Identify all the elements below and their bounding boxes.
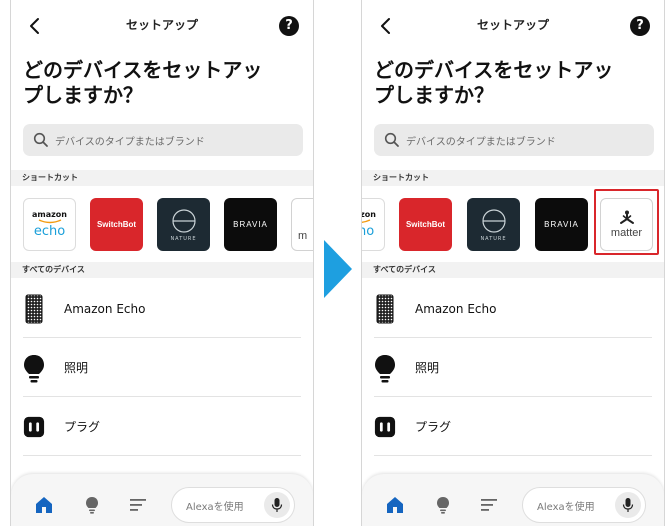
- search-placeholder: デバイスのタイプまたはブランド: [406, 136, 556, 148]
- menu-icon[interactable]: [129, 496, 147, 514]
- device-row-light[interactable]: 照明: [374, 339, 652, 397]
- nature-logo-icon: [481, 208, 506, 233]
- nature-logo-icon: [171, 208, 196, 233]
- setup-heading: どのデバイスをセットアッ プしますか？: [374, 58, 654, 108]
- shortcut-switchbot[interactable]: SwitchBot: [90, 198, 143, 251]
- devices-bulb-icon[interactable]: [434, 496, 452, 514]
- alexa-voice-button[interactable]: Alexaを使用: [522, 487, 646, 523]
- device-search-input[interactable]: デバイスのタイプまたはブランド: [23, 124, 303, 156]
- section-label-shortcuts: ショートカット: [11, 170, 313, 186]
- section-label-all-devices: すべてのデバイス: [11, 262, 313, 278]
- heading-line-2: プしますか？: [374, 83, 494, 107]
- shortcut-amazon-echo[interactable]: amazon echo: [23, 198, 76, 251]
- device-label: プラグ: [64, 420, 101, 434]
- device-label: 照明: [415, 361, 440, 375]
- light-bulb-icon: [374, 353, 396, 383]
- shortcut-carousel[interactable]: amazon echo SwitchBot NATURE BRAVIA m: [11, 188, 313, 258]
- microphone-icon[interactable]: [615, 492, 641, 518]
- echo-logo-text: echo: [362, 224, 375, 239]
- shortcut-switchbot[interactable]: SwitchBot: [399, 198, 452, 251]
- nature-logo-text: NATURE: [480, 235, 507, 242]
- page-title: セットアップ: [125, 18, 198, 32]
- top-bar: セットアップ ?: [362, 0, 664, 52]
- device-row-plug[interactable]: プラグ: [374, 398, 652, 456]
- search-icon: [384, 132, 399, 147]
- devices-bulb-icon[interactable]: [83, 496, 101, 514]
- device-row-amazon-echo[interactable]: Amazon Echo: [23, 280, 301, 338]
- section-label-shortcuts: ショートカット: [362, 170, 664, 186]
- shortcut-nature[interactable]: NATURE: [157, 198, 210, 251]
- help-icon[interactable]: ?: [630, 16, 650, 36]
- heading-line-2: プしますか？: [23, 83, 143, 107]
- phone-screen-before: セットアップ ? どのデバイスをセットアッ プしますか？ デバイスのタイプまたは…: [10, 0, 314, 526]
- device-row-light[interactable]: 照明: [23, 339, 301, 397]
- search-icon: [33, 132, 48, 147]
- smart-plug-icon: [23, 412, 45, 442]
- bottom-navigation: Alexaを使用: [362, 474, 664, 526]
- echo-speaker-icon: [374, 294, 396, 324]
- bravia-logo-text: BRAVIA: [544, 220, 579, 229]
- shortcut-bravia[interactable]: BRAVIA: [224, 198, 277, 251]
- next-step-arrow-icon: [324, 240, 352, 298]
- microphone-icon[interactable]: [264, 492, 290, 518]
- shortcut-bravia[interactable]: BRAVIA: [535, 198, 588, 251]
- heading-line-1: どのデバイスをセットアッ: [374, 58, 614, 82]
- top-bar: セットアップ ?: [11, 0, 313, 52]
- alexa-label: Alexaを使用: [537, 501, 595, 513]
- alexa-label: Alexaを使用: [186, 501, 244, 513]
- amazon-logo-text: amazon: [32, 210, 67, 219]
- echo-speaker-icon: [23, 294, 45, 324]
- alexa-voice-button[interactable]: Alexaを使用: [171, 487, 295, 523]
- device-label: プラグ: [415, 420, 452, 434]
- smart-plug-icon: [374, 412, 396, 442]
- device-label: Amazon Echo: [415, 301, 497, 316]
- heading-line-1: どのデバイスをセットアッ: [23, 58, 263, 82]
- matter-logo-text-partial: m: [298, 230, 308, 242]
- home-icon[interactable]: [386, 496, 404, 514]
- phone-screen-after: セットアップ ? どのデバイスをセットアッ プしますか？ デバイスのタイプまたは…: [361, 0, 665, 526]
- switchbot-logo-text: SwitchBot: [96, 220, 137, 229]
- shortcut-matter-partial[interactable]: m: [291, 198, 313, 251]
- search-placeholder: デバイスのタイプまたはブランド: [55, 136, 205, 148]
- switchbot-logo-text: SwitchBot: [405, 220, 446, 229]
- nature-logo-text: NATURE: [170, 235, 197, 242]
- device-row-amazon-echo[interactable]: Amazon Echo: [374, 280, 652, 338]
- device-search-input[interactable]: デバイスのタイプまたはブランド: [374, 124, 654, 156]
- device-label: Amazon Echo: [64, 301, 146, 316]
- shortcut-nature[interactable]: NATURE: [467, 198, 520, 251]
- shortcut-amazon-echo-partial[interactable]: amazon echo: [362, 198, 385, 251]
- bottom-navigation: Alexaを使用: [11, 474, 313, 526]
- device-row-plug[interactable]: プラグ: [23, 398, 301, 456]
- section-label-all-devices: すべてのデバイス: [362, 262, 664, 278]
- amazon-logo-text: amazon: [362, 210, 376, 219]
- home-icon[interactable]: [35, 496, 53, 514]
- help-icon[interactable]: ?: [279, 16, 299, 36]
- setup-heading: どのデバイスをセットアッ プしますか？: [23, 58, 303, 108]
- bravia-logo-text: BRAVIA: [233, 220, 268, 229]
- echo-logo-text: echo: [33, 224, 66, 239]
- menu-icon[interactable]: [480, 496, 498, 514]
- page-title: セットアップ: [476, 18, 549, 32]
- device-label: 照明: [64, 361, 89, 375]
- matter-highlight-frame: [594, 189, 659, 255]
- light-bulb-icon: [23, 353, 45, 383]
